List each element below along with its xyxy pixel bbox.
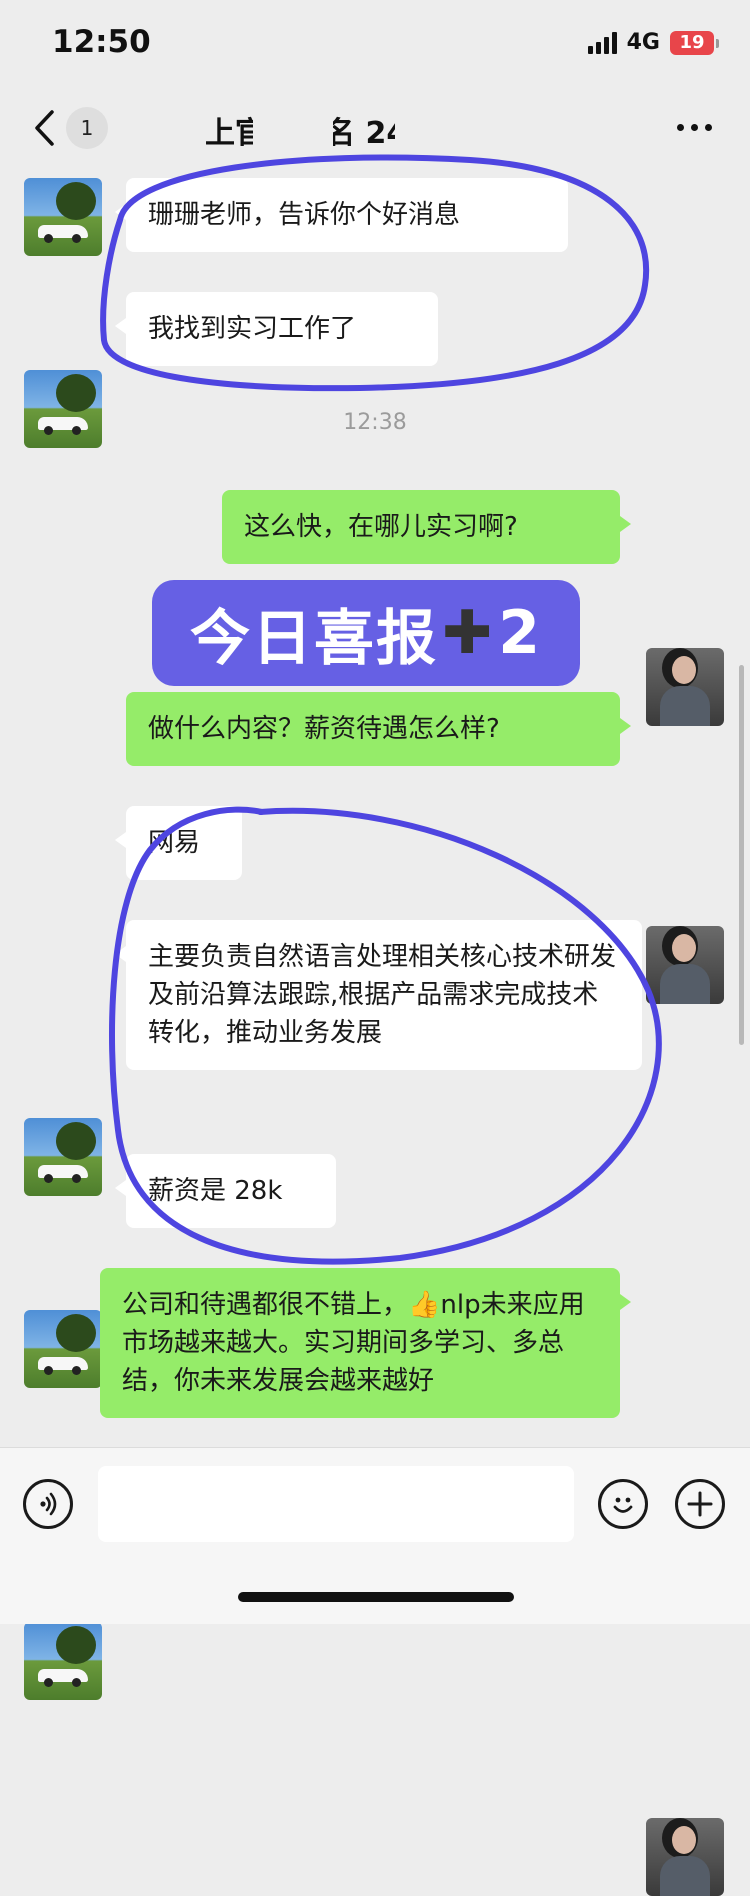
good-news-banner: 今日喜报 ✚ 2: [152, 580, 580, 686]
contact-avatar[interactable]: [24, 1118, 102, 1196]
plus-icon[interactable]: [675, 1479, 725, 1529]
banner-count: 2: [498, 598, 543, 668]
chat-title[interactable]: 上官号报名 24: [205, 108, 545, 152]
home-indicator[interactable]: [238, 1592, 514, 1602]
incoming-message[interactable]: 珊珊老师，告诉你个好消息: [115, 178, 568, 252]
emoji-icon[interactable]: [598, 1479, 648, 1529]
self-avatar[interactable]: [646, 1818, 724, 1896]
status-time: 12:50: [52, 24, 151, 60]
battery-icon: 19: [670, 30, 719, 55]
contact-avatar[interactable]: [24, 1622, 102, 1700]
incoming-message[interactable]: 薪资是 28k: [115, 1154, 336, 1228]
banner-text: 今日喜报: [189, 603, 438, 674]
scroll-indicator[interactable]: [739, 665, 744, 1045]
self-avatar[interactable]: [646, 648, 724, 726]
redaction-mask: [395, 108, 485, 148]
back-chevron-icon[interactable]: [28, 108, 60, 148]
outgoing-message[interactable]: 公司和待遇都很不错上，👍nlp未来应用市场越来越大。实习期间多学习、多总结，你未…: [100, 1268, 631, 1418]
incoming-message[interactable]: 我找到实习工作了: [115, 292, 438, 366]
battery-level: 19: [679, 32, 705, 53]
unread-count-badge[interactable]: 1: [66, 107, 108, 149]
outgoing-message[interactable]: 这么快，在哪儿实习啊?: [222, 490, 631, 564]
incoming-message[interactable]: 网易: [115, 806, 242, 880]
redaction-mask: [253, 108, 333, 148]
self-avatar[interactable]: [646, 926, 724, 1004]
outgoing-message[interactable]: 做什么内容？薪资待遇怎么样?: [126, 692, 631, 766]
signal-icon: [587, 31, 617, 54]
contact-avatar[interactable]: [24, 370, 102, 448]
more-dots-icon[interactable]: [677, 124, 712, 131]
network-label: 4G: [626, 30, 660, 55]
status-indicators: 4G 19: [587, 30, 719, 55]
incoming-message[interactable]: 主要负责自然语言处理相关核心技术研发及前沿算法跟踪,根据产品需求完成技术转化，推…: [115, 920, 642, 1070]
plus-emoji-icon: ✚: [441, 598, 495, 668]
voice-icon[interactable]: [23, 1479, 73, 1529]
contact-avatar[interactable]: [24, 178, 102, 256]
message-input[interactable]: [98, 1466, 574, 1542]
contact-avatar[interactable]: [24, 1310, 102, 1388]
message-timestamp: 12:38: [343, 410, 407, 435]
